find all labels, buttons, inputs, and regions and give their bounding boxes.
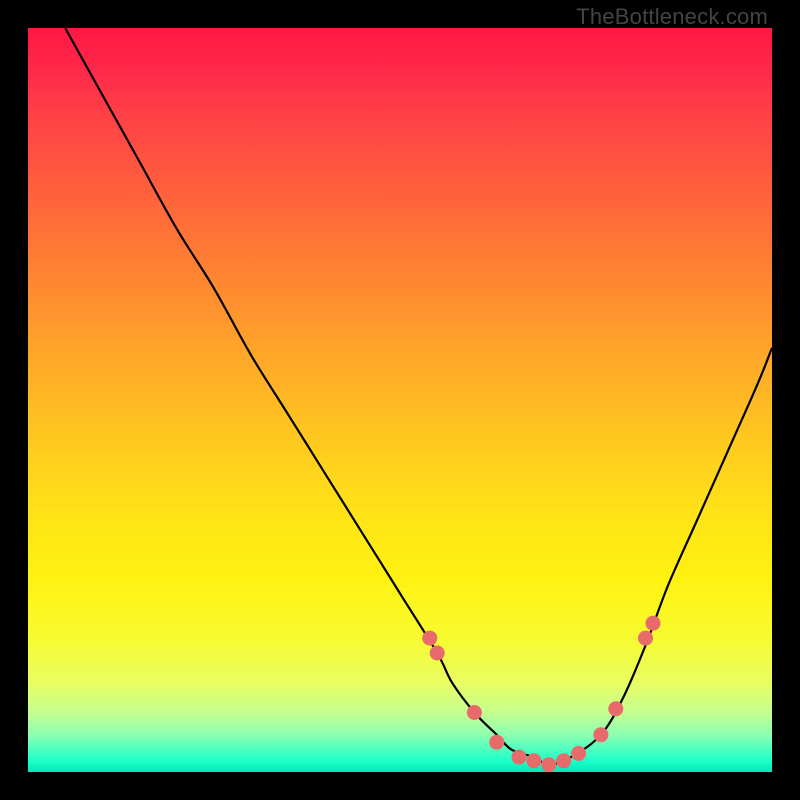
data-marker: [608, 701, 623, 716]
chart-svg: [28, 28, 772, 772]
data-marker: [571, 746, 586, 761]
data-marker: [489, 735, 504, 750]
data-marker: [593, 727, 608, 742]
data-marker: [646, 616, 661, 631]
data-marker: [541, 757, 556, 772]
data-marker: [430, 646, 445, 661]
data-marker: [422, 631, 437, 646]
chart-frame: [28, 28, 772, 772]
bottleneck-curve: [65, 28, 772, 765]
data-marker: [556, 753, 571, 768]
data-marker: [467, 705, 482, 720]
watermark-text: TheBottleneck.com: [576, 4, 768, 30]
data-marker: [512, 750, 527, 765]
data-marker: [526, 753, 541, 768]
data-marker: [638, 631, 653, 646]
